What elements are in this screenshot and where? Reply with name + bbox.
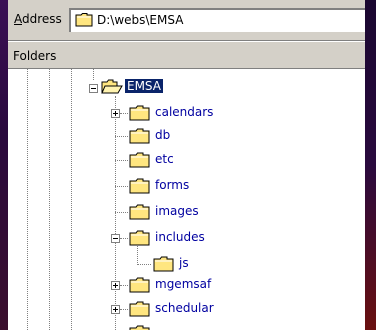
tree-node-label: schedular xyxy=(155,301,214,315)
folder-icon xyxy=(129,104,151,125)
tree-guide-line xyxy=(120,113,128,114)
folders-pane-title: Folders xyxy=(13,49,57,63)
explorer-window: Address D:\webs\EMSA Folders EMSA calend… xyxy=(8,0,365,330)
expand-button[interactable] xyxy=(111,281,120,290)
folder-icon xyxy=(129,300,151,321)
tree-guide-line xyxy=(27,69,28,330)
tree-guide-line xyxy=(71,69,72,330)
address-label-accelerator: A xyxy=(14,12,22,26)
tree-guide-line xyxy=(115,160,128,161)
tree-node-label: db xyxy=(155,128,171,142)
address-path: D:\webs\EMSA xyxy=(97,13,184,27)
desktop-background-left xyxy=(0,0,8,330)
tree-node-label: mgemsaf xyxy=(155,277,212,291)
tree-node-label: calendars xyxy=(155,105,214,119)
collapse-button[interactable] xyxy=(111,234,120,243)
address-label: Address xyxy=(14,12,62,26)
tree-guide-line xyxy=(120,309,128,310)
address-input[interactable]: D:\webs\EMSA xyxy=(69,8,365,32)
folder-icon xyxy=(129,324,151,330)
tree-guide-line xyxy=(115,96,116,330)
tree-guide-line xyxy=(49,69,50,330)
expand-button[interactable] xyxy=(111,305,120,314)
folder-tree[interactable]: EMSA calendars db etc forms images inclu… xyxy=(8,69,365,330)
address-label-rest: ddress xyxy=(22,12,62,26)
open-folder-icon xyxy=(101,78,123,99)
expand-button[interactable] xyxy=(111,109,120,118)
tree-guide-line xyxy=(120,238,128,239)
folder-icon xyxy=(129,177,151,198)
tree-guide-line xyxy=(137,264,151,265)
tree-guide-line xyxy=(115,212,128,213)
folder-icon xyxy=(129,276,151,297)
tree-node-label: images xyxy=(155,204,199,218)
address-bar: Address D:\webs\EMSA xyxy=(8,0,365,41)
collapse-button[interactable] xyxy=(89,84,98,93)
tree-node-label: forms xyxy=(155,178,190,192)
folder-icon xyxy=(153,255,175,276)
folder-icon xyxy=(129,203,151,224)
folder-icon xyxy=(75,12,93,31)
tree-node-label: EMSA xyxy=(125,79,163,93)
tree-node-label: js xyxy=(179,256,189,270)
tree-guide-line xyxy=(115,186,128,187)
folder-icon xyxy=(129,127,151,148)
folder-icon xyxy=(129,151,151,172)
tree-guide-line xyxy=(120,285,128,286)
desktop-background-right xyxy=(365,0,376,330)
tree-node-label: etc xyxy=(155,152,174,166)
folders-pane-header: Folders xyxy=(8,41,365,69)
tree-node-label: includes xyxy=(155,230,205,244)
tree-guide-line xyxy=(115,136,128,137)
tree-guide-line xyxy=(93,69,94,80)
folder-icon xyxy=(129,229,151,250)
